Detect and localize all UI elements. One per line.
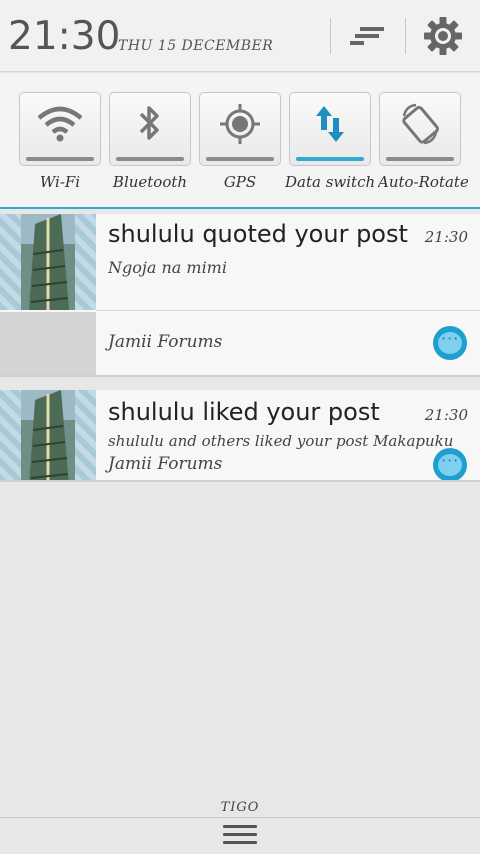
auto-rotate-toggle[interactable] — [379, 92, 461, 166]
chat-icon — [433, 326, 467, 360]
toggle-state-bar — [386, 157, 454, 161]
notification-thumbnail — [0, 390, 96, 480]
notification-time: 21:30 — [424, 228, 468, 246]
notification-title: shululu liked your post — [108, 398, 380, 426]
settings-button[interactable] — [420, 14, 466, 58]
thumbnail-placeholder — [0, 312, 96, 375]
notification-text: shululu and others liked your post Makap… — [108, 432, 454, 450]
drag-handle-icon[interactable] — [223, 825, 257, 847]
divider — [405, 18, 406, 54]
bluetooth-toggle[interactable] — [109, 92, 191, 166]
toggle-state-bar — [116, 157, 184, 161]
notification-time: 21:30 — [424, 406, 468, 424]
clock: 21:30 — [8, 14, 121, 59]
toggle-state-bar — [296, 157, 364, 161]
bluetooth-label: Bluetooth — [112, 173, 188, 191]
auto-rotate-label: Auto-Rotate — [378, 173, 468, 191]
chat-icon — [433, 448, 467, 480]
notification-thumbnail — [0, 214, 96, 310]
notification-app-name: Jamii Forums — [108, 454, 223, 474]
notification-title: shululu quoted your post in — [108, 220, 408, 248]
data-switch-icon — [316, 106, 344, 142]
wifi-icon — [37, 106, 83, 142]
divider — [0, 817, 480, 818]
divider — [96, 310, 480, 311]
date-label: THU 15 DECEMBER — [118, 38, 274, 54]
sort-icon — [350, 27, 384, 45]
data-switch-label: Data switch — [285, 173, 375, 191]
quick-settings-panel: Wi-Fi Bluetooth GPS Data switch Auto-Rot… — [0, 73, 480, 209]
bluetooth-icon — [139, 106, 159, 140]
toggle-state-bar — [26, 157, 94, 161]
data-switch-toggle[interactable] — [289, 92, 371, 166]
notification-app-name: Jamii Forums — [108, 332, 223, 352]
notification-item[interactable]: shululu quoted your post in 21:30 Ngoja … — [0, 214, 480, 377]
gear-icon — [424, 17, 462, 55]
toggle-state-bar — [206, 157, 274, 161]
building-image-icon — [21, 214, 75, 310]
wifi-label: Wi-Fi — [39, 173, 81, 191]
notification-text: Ngoja na mimi — [108, 258, 227, 277]
gps-label: GPS — [223, 173, 257, 191]
notification-item[interactable]: shululu liked your post 21:30 shululu an… — [0, 390, 480, 482]
status-header: 21:30 THU 15 DECEMBER — [0, 0, 480, 72]
auto-rotate-icon — [402, 103, 439, 145]
carrier-label: TIGO — [220, 800, 260, 815]
wifi-toggle[interactable] — [19, 92, 101, 166]
divider — [330, 18, 331, 54]
gps-icon — [220, 104, 260, 144]
sort-notifications-button[interactable] — [344, 18, 394, 54]
gps-toggle[interactable] — [199, 92, 281, 166]
building-image-icon — [21, 390, 75, 480]
